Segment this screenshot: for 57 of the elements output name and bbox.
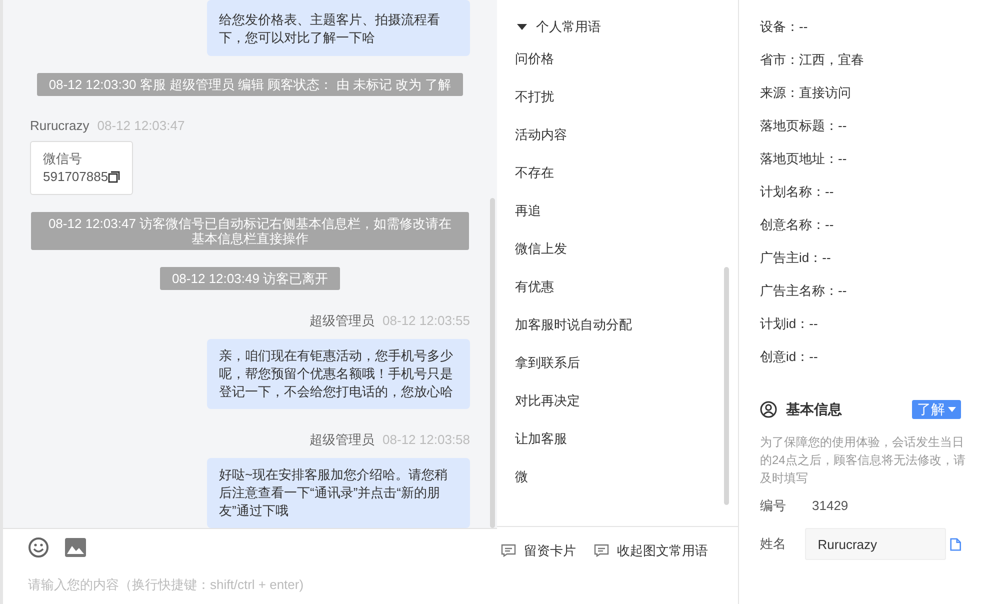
message-input[interactable]: 请输入您的内容（换行快捷键：shift/ctrl + enter)	[28, 575, 468, 594]
info-note: 为了保障您的使用体验，会话发生当日的24点之后，顾客信息将无法修改，请及时填写	[760, 434, 966, 487]
message-time: 08-12 12:03:55	[382, 312, 470, 330]
phrase-item[interactable]: 再追	[515, 201, 541, 221]
scrollbar[interactable]	[724, 267, 729, 505]
phrase-item[interactable]: 不存在	[515, 163, 554, 183]
message-bubble: 给您发价格表、主题客片、拍摄流程看下，您可以对比了解一下哈	[207, 0, 470, 56]
phrase-item[interactable]: 微	[515, 467, 528, 487]
wechat-id: 591707885	[43, 168, 108, 186]
phrase-group-label[interactable]: 个人常用语	[536, 17, 601, 37]
info-field: 落地页标题：--	[760, 116, 961, 136]
info-field: 广告主名称：--	[760, 281, 961, 301]
sender-name: Rurucrazy	[30, 117, 90, 136]
info-field: 创意id：--	[760, 347, 961, 367]
system-notice: 08-12 12:03:49 访客已离开	[160, 267, 340, 290]
field-label: 姓名	[760, 535, 787, 554]
comment-icon	[501, 544, 516, 558]
field-label: 编号	[760, 497, 787, 516]
caret-icon	[948, 406, 956, 412]
text-button[interactable]: 留资卡片	[501, 541, 576, 560]
system-notice: 08-12 12:03:30 客服 超级管理员 编辑 顾客状态： 由 未标记 改为 了解	[36, 73, 464, 96]
sender-name: 超级管理员	[310, 431, 375, 450]
phrase-item[interactable]: 让加客服	[515, 429, 567, 449]
info-field: 计划id：--	[760, 314, 961, 334]
phrase-item[interactable]: 不打扰	[515, 87, 554, 107]
info-field: 创意名称：--	[760, 215, 961, 235]
emoji-icon[interactable]	[28, 537, 49, 558]
phrase-item[interactable]: 加客服时说自动分配	[515, 315, 632, 335]
info-field: 设备：--	[760, 17, 961, 37]
phrase-item[interactable]: 对比再决定	[515, 391, 580, 411]
copy-icon[interactable]	[108, 171, 120, 183]
message-bubble: 亲，咱们现在有钜惠活动，您手机号多少呢，帮您预留个优惠名额哦！手机号只是登记一下，不会给您打电话的，您放心哈	[207, 339, 470, 409]
phrase-item[interactable]: 活动内容	[515, 125, 567, 145]
phrase-item[interactable]: 问价格	[515, 49, 554, 69]
phrase-item[interactable]: 有优惠	[515, 277, 554, 297]
text-button[interactable]: 收起图文常用语	[594, 541, 708, 560]
customer-number: 31429	[812, 497, 848, 516]
info-field: 计划名称：--	[760, 182, 961, 202]
user-icon	[760, 400, 777, 418]
comment-icon	[594, 544, 609, 558]
phrase-item[interactable]: 微信上发	[515, 239, 567, 259]
scrollbar[interactable]	[490, 198, 495, 528]
info-field: 广告主id：--	[760, 248, 961, 268]
card-label: 微信号	[43, 150, 83, 168]
info-field: 来源：直接访问	[760, 83, 961, 103]
section-title: 基本信息	[786, 400, 842, 418]
info-field: 落地页地址：--	[760, 149, 961, 169]
system-notice: 08-12 12:03:47 访客微信号已自动标记右侧基本信息栏，如需修改请在基本信息栏直接操作	[31, 212, 469, 250]
name-field[interactable]: Rurucrazy	[804, 528, 946, 560]
message-time: 08-12 12:03:47	[97, 117, 185, 136]
info-field: 省市：江西，宜春	[760, 50, 961, 70]
message-time: 08-12 12:03:58	[382, 431, 470, 450]
caret-icon[interactable]	[517, 24, 527, 30]
phrase-item[interactable]: 拿到联系后	[515, 353, 580, 373]
image-icon[interactable]	[65, 538, 86, 557]
message-bubble: 好哒~现在安排客服加您介绍哈。请您稍后注意查看一下“通讯录”并点击“新的朋友”通过下哦	[207, 458, 470, 528]
sender-name: 超级管理员	[310, 312, 375, 330]
